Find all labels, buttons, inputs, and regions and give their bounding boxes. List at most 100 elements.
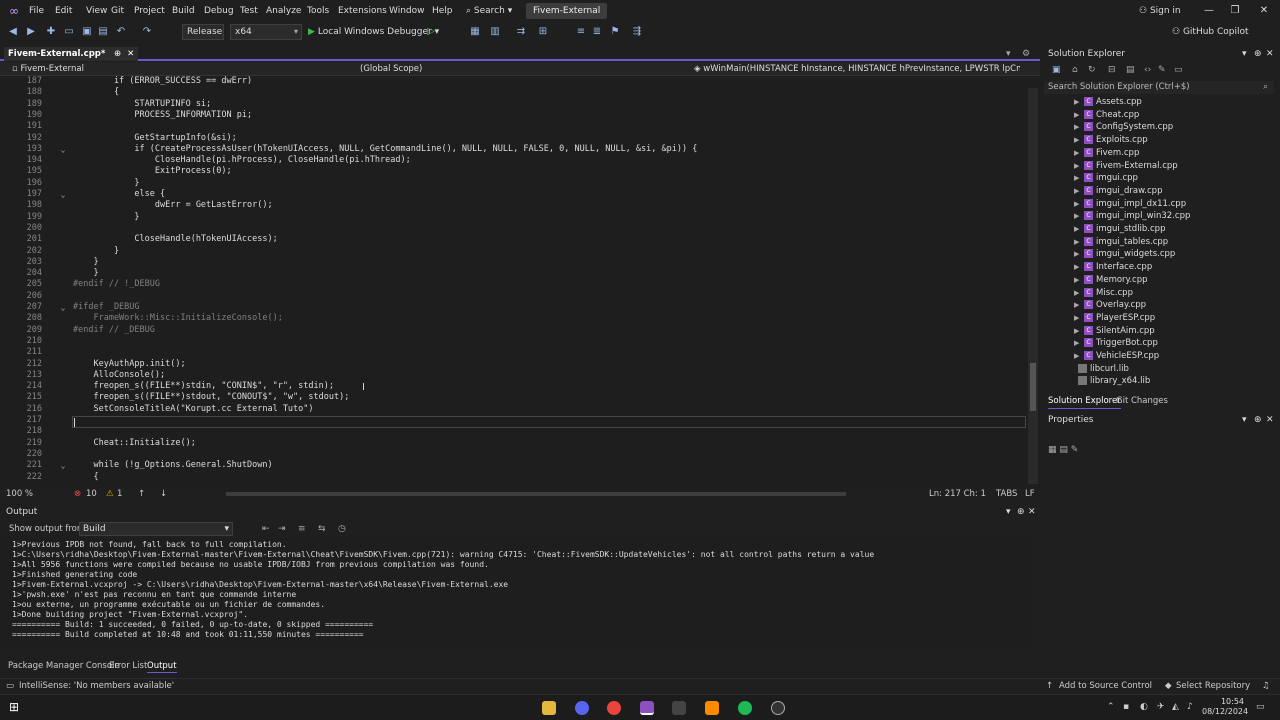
bookmark-icon[interactable]: ⚑ xyxy=(608,25,622,39)
save-icon[interactable]: ▣ xyxy=(80,25,94,39)
menu-build[interactable]: Build xyxy=(172,0,195,22)
close-panel-icon[interactable]: ✕ xyxy=(1266,413,1274,427)
sign-in-link[interactable]: ⚇ Sign in xyxy=(1139,0,1181,22)
expand-arrow-icon[interactable]: ▶ xyxy=(1074,96,1084,109)
dropdown-icon[interactable]: ▾ xyxy=(1242,47,1247,61)
code-line[interactable]: KeyAuthApp.init(); xyxy=(73,359,185,370)
editor-vertical-scrollbar[interactable] xyxy=(1028,88,1038,484)
platform-dropdown[interactable]: x64 ▾ xyxy=(230,24,302,40)
document-tab[interactable]: Fivem-External.cpp* ⊕ ✕ xyxy=(4,47,139,61)
file-item[interactable]: ▶ Cimgui_tables.cpp xyxy=(1074,236,1168,249)
file-item[interactable]: ▶ Cimgui_stdlib.cpp xyxy=(1074,223,1165,236)
code-line[interactable]: { xyxy=(73,87,119,98)
undo-icon[interactable]: ↶ xyxy=(114,25,128,39)
code-line[interactable]: { xyxy=(73,472,98,483)
expand-arrow-icon[interactable]: ▶ xyxy=(1074,210,1084,223)
menu-analyze[interactable]: Analyze xyxy=(266,0,301,22)
fold-toggle-icon[interactable]: ⌄ xyxy=(58,460,68,471)
menu-debug[interactable]: Debug xyxy=(204,0,234,22)
visual-studio-logo-icon[interactable]: ∞ xyxy=(6,4,22,18)
notification-center-icon[interactable]: ▭ xyxy=(1256,702,1265,712)
expand-arrow-icon[interactable]: ▶ xyxy=(1074,236,1084,249)
menu-tools[interactable]: Tools xyxy=(307,0,329,22)
alphabetical-icon[interactable]: ▤ xyxy=(1059,445,1070,455)
menu-view[interactable]: View xyxy=(86,0,107,22)
output-source-dropdown[interactable]: Build ▾ xyxy=(79,522,233,536)
app-icon[interactable] xyxy=(672,701,686,715)
file-item[interactable]: ▶ C Cheat.cpp xyxy=(1074,109,1139,122)
expand-arrow-icon[interactable]: ▶ xyxy=(1074,134,1084,147)
code-line[interactable]: } xyxy=(73,257,98,268)
code-line[interactable]: GetStartupInfo(&si); xyxy=(73,133,236,144)
code-line[interactable]: freopen_s((FILE**)stdout, "CONOUT$", "w"… xyxy=(73,392,349,403)
output-text[interactable]: 1>Previous IPDB not found, fall back to … xyxy=(0,538,1030,648)
spotify-icon[interactable] xyxy=(738,701,752,715)
minimize-icon[interactable]: — xyxy=(1198,0,1220,22)
expand-arrow-icon[interactable]: ▶ xyxy=(1074,198,1084,211)
preview-icon[interactable]: ▭ xyxy=(1174,65,1183,75)
expand-arrow-icon[interactable]: ▶ xyxy=(1074,287,1084,300)
tab-package-manager-console[interactable]: Package Manager Console xyxy=(8,660,120,672)
start-debugging-button[interactable]: ▶ Local Windows Debugger ▾ xyxy=(308,24,439,40)
file-item[interactable]: ▶ Cimgui_draw.cpp xyxy=(1074,185,1162,198)
tray-app-icon[interactable]: ◐ xyxy=(1140,702,1148,712)
file-item[interactable]: ▶ C VehicleESP.cpp xyxy=(1074,350,1159,363)
code-line[interactable]: Cheat::Initialize(); xyxy=(73,438,195,449)
toolbar-tool-icon[interactable]: ▥ xyxy=(488,25,502,39)
file-item[interactable]: ▶ C TriggerBot.cpp xyxy=(1074,337,1158,350)
clock[interactable]: 10:54 08/12/2024 xyxy=(1202,697,1248,717)
categorized-icon[interactable]: ▦ xyxy=(1048,445,1059,455)
expand-arrow-icon[interactable]: ▶ xyxy=(1074,350,1084,363)
code-line[interactable]: } xyxy=(73,178,139,189)
tab-list-icon[interactable]: ▾ xyxy=(1006,47,1011,61)
go-to-previous-message-icon[interactable]: ⇤ xyxy=(262,522,270,536)
fold-toggle-icon[interactable]: ⌄ xyxy=(58,189,68,200)
code-line[interactable]: } xyxy=(73,246,119,257)
settings-gear-icon[interactable]: ⚙ xyxy=(1022,47,1030,61)
notifications-bell-icon[interactable]: ♫ xyxy=(1262,679,1270,693)
expand-arrow-icon[interactable]: ▶ xyxy=(1074,185,1084,198)
pin-icon[interactable]: ⊕ xyxy=(1254,47,1262,61)
file-item[interactable]: ▶ C Overlay.cpp xyxy=(1074,299,1146,312)
file-item[interactable]: ▶ C Misc.cpp xyxy=(1074,287,1133,300)
code-editor[interactable]: 187 188 189 190 191 192 193 194 195 196 … xyxy=(0,76,1040,488)
avast-icon[interactable] xyxy=(705,701,719,715)
code-line[interactable]: PROCESS_INFORMATION pi; xyxy=(73,110,252,121)
code-line[interactable]: ExitProcess(0); xyxy=(73,166,232,177)
expand-arrow-icon[interactable]: ▶ xyxy=(1074,325,1084,338)
menu-project[interactable]: Project xyxy=(134,0,165,22)
file-item[interactable]: ▶ C Exploits.cpp xyxy=(1074,134,1148,147)
file-item[interactable]: ▶ C Interface.cpp xyxy=(1074,261,1152,274)
dropdown-icon[interactable]: ▾ xyxy=(1242,413,1247,427)
code-line[interactable]: dwErr = GetLastError(); xyxy=(73,200,273,211)
menu-window[interactable]: Window xyxy=(389,0,425,22)
toolbar-tool-icon[interactable]: ⇶ xyxy=(630,25,644,39)
toolbar-tool-icon[interactable]: ⇉ xyxy=(514,25,528,39)
tray-app-icon[interactable]: ▪ xyxy=(1123,702,1129,712)
code-line[interactable]: AlloConsole(); xyxy=(73,370,165,381)
configuration-dropdown[interactable]: Release xyxy=(182,24,224,40)
next-issue-icon[interactable]: ↓ xyxy=(160,488,167,500)
visual-studio-icon[interactable] xyxy=(640,701,654,715)
tab-git-changes[interactable]: Git Changes xyxy=(1116,394,1168,408)
pin-icon[interactable]: ⊕ xyxy=(1254,413,1262,427)
open-folder-icon[interactable]: ▭ xyxy=(62,25,76,39)
code-line[interactable]: while (!g_Options.General.ShutDown) xyxy=(73,460,272,471)
expand-arrow-icon[interactable]: ▶ xyxy=(1074,337,1084,350)
refresh-icon[interactable]: ↻ xyxy=(1088,65,1096,75)
close-panel-icon[interactable]: ✕ xyxy=(1028,505,1036,519)
solution-search-input[interactable]: Search Solution Explorer (Ctrl+$) ⌕ xyxy=(1044,81,1274,94)
code-line[interactable]: if (CreateProcessAsUser(hTokenUIAccess, … xyxy=(73,144,697,155)
close-window-icon[interactable]: ✕ xyxy=(1253,0,1275,22)
maximize-icon[interactable]: ❐ xyxy=(1224,0,1246,22)
menu-help[interactable]: Help xyxy=(432,0,453,22)
project-dropdown[interactable]: ▫ Fivem-External xyxy=(8,62,344,76)
tray-app-icon[interactable]: ✈ xyxy=(1157,702,1165,712)
pin-icon[interactable]: ⊕ xyxy=(1017,505,1025,519)
file-item[interactable]: ▶ C Fivem.cpp xyxy=(1074,147,1139,160)
forward-icon[interactable]: ▶ xyxy=(24,25,38,39)
save-all-icon[interactable]: ▤ xyxy=(96,25,110,39)
code-line[interactable]: if (ERROR_SUCCESS == dwErr) xyxy=(73,76,252,87)
show-all-files-icon[interactable]: ▤ xyxy=(1126,65,1135,75)
menu-file[interactable]: File xyxy=(29,0,44,22)
